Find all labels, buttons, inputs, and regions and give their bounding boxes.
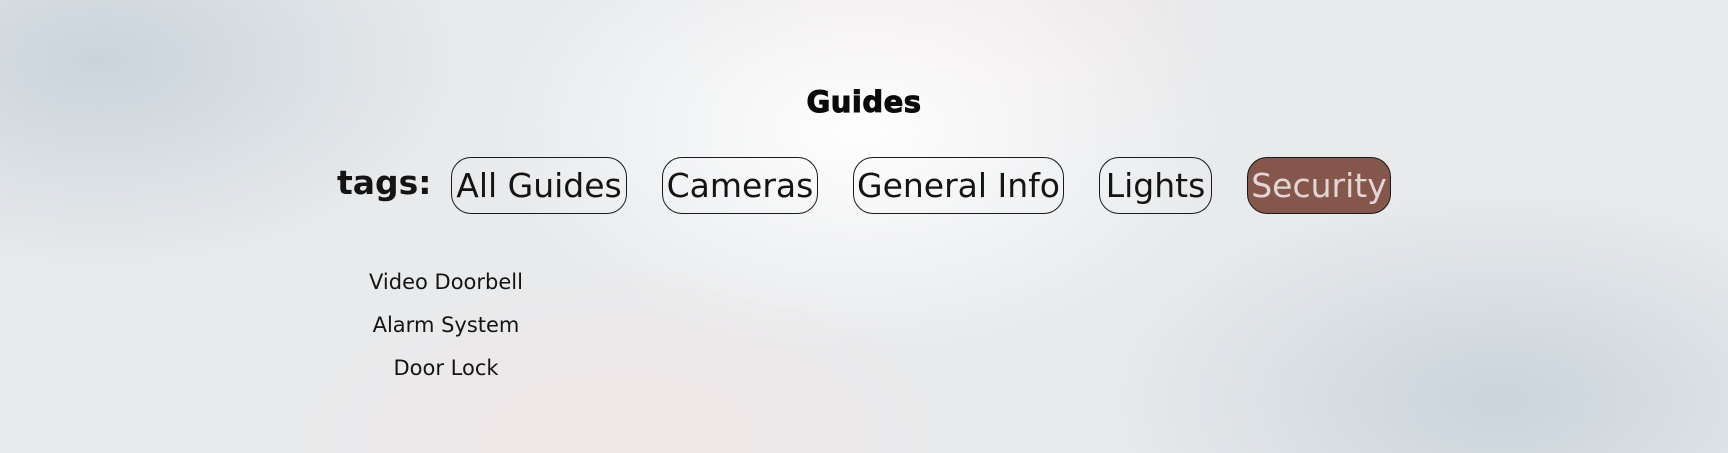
tag-lights-button[interactable]: Lights bbox=[1099, 157, 1212, 214]
page-title: Guides bbox=[806, 85, 922, 120]
tag-general-info-button[interactable]: General Info bbox=[853, 157, 1064, 214]
guides-list: Video Doorbell Alarm System Door Lock bbox=[346, 264, 546, 393]
tag-security-button[interactable]: Security bbox=[1247, 157, 1391, 214]
guide-item-video-doorbell[interactable]: Video Doorbell bbox=[346, 264, 546, 307]
tag-all-guides-button[interactable]: All Guides bbox=[451, 157, 627, 214]
guide-item-door-lock[interactable]: Door Lock bbox=[346, 350, 546, 393]
tag-cameras-button[interactable]: Cameras bbox=[662, 157, 818, 214]
guide-item-alarm-system[interactable]: Alarm System bbox=[346, 307, 546, 350]
tags-label: tags: bbox=[337, 163, 432, 202]
